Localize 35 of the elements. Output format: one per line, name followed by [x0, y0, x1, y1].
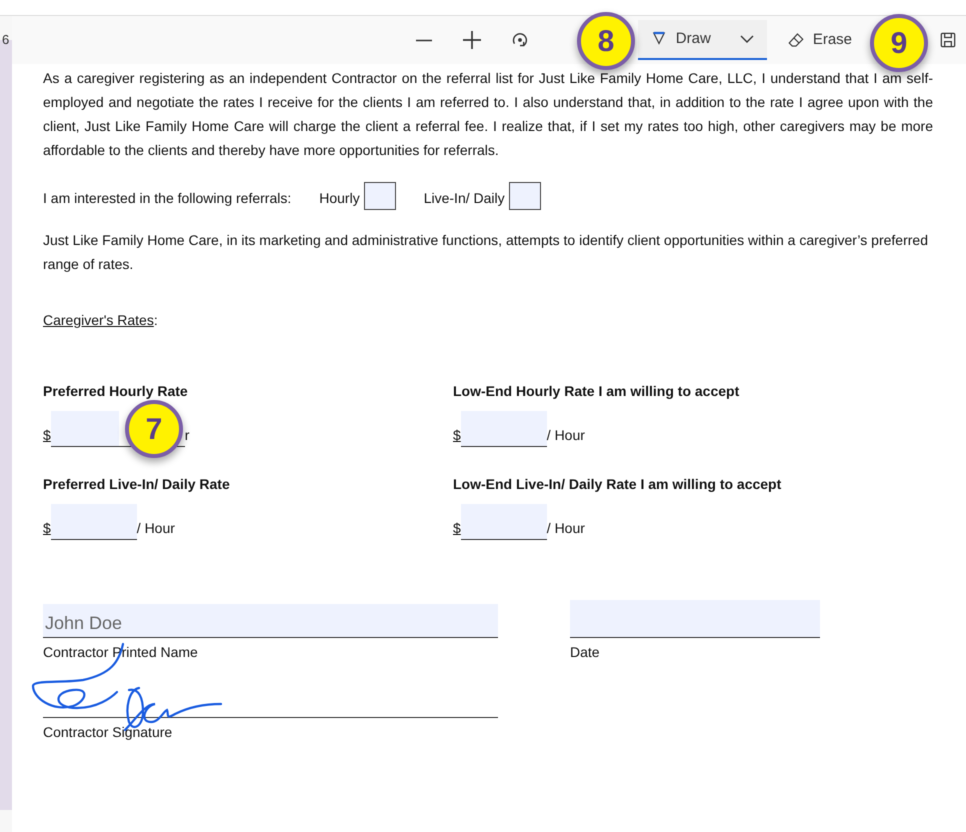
rate-label: Preferred Hourly Rate: [43, 382, 189, 401]
checkbox[interactable]: [508, 182, 541, 210]
draw-button[interactable]: Draw: [638, 20, 767, 60]
rate-label: Low-End Live-In/ Daily Rate I am willing to accept: [453, 475, 782, 494]
rate-field[interactable]: [460, 411, 547, 447]
unit-label: / Hour: [546, 426, 585, 445]
rate-field[interactable]: [50, 411, 119, 447]
option-label: Hourly: [319, 189, 360, 208]
currency-sign: $: [453, 426, 461, 445]
erase-button[interactable]: Erase: [774, 20, 864, 60]
currency-sign: $: [43, 519, 51, 538]
heading-colon: :: [154, 311, 158, 330]
plus-icon: [462, 31, 481, 49]
field-label: Contractor Signature: [43, 723, 174, 742]
field-label: Date: [570, 643, 601, 662]
intro-paragraph: As a caregiver registering as an independent Contractor on the referral list for Just Like Family Home Care, LLC, I understand that I am self-employed and negotiate the rates I receive for the clients I am referred to. I also understand that, in addition to the rate I agree upon with the client, Just Like Family Home Care will charge the client a referral fee. I realize that, if I set my rates too high, other caregivers may be more affordable to the clients and thereby have more opportunities for referrals.: [43, 69, 933, 160]
option-label: Live-In/ Daily: [424, 189, 505, 208]
rate-field[interactable]: [460, 504, 547, 540]
save-icon: [938, 30, 958, 50]
rate-field[interactable]: [50, 504, 137, 540]
unit-label: r: [184, 426, 190, 445]
section-heading: Caregiver's Rates: [43, 311, 154, 330]
note-paragraph: Just Like Family Home Care, in its marketing and administrative functions, attempts to identify client opportunities within a caregiver’s preferred range of rates.: [43, 231, 929, 274]
rate-label: Preferred Live-In/ Daily Rate: [43, 475, 231, 494]
page-count: 6: [2, 31, 10, 50]
referrals-label: I am interested in the following referrals:: [43, 189, 292, 208]
eraser-icon: [786, 31, 805, 49]
date-field[interactable]: [570, 600, 820, 638]
rate-label: Low-End Hourly Rate I am willing to accept: [453, 382, 740, 401]
printed-name-field[interactable]: John Doe: [43, 604, 498, 638]
currency-sign: $: [43, 426, 51, 445]
currency-sign: $: [453, 519, 461, 538]
checkbox[interactable]: [364, 182, 396, 210]
unit-label: / Hour: [546, 519, 585, 538]
unit-label: / Hour: [136, 519, 175, 538]
